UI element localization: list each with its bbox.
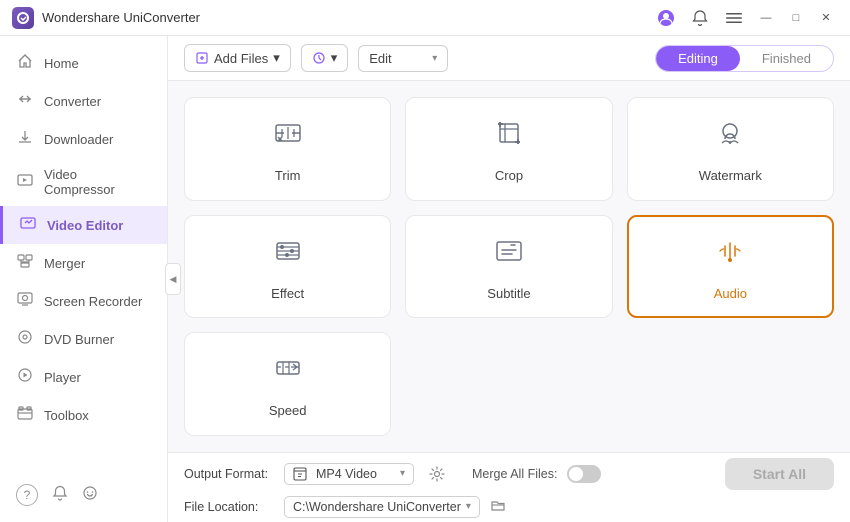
maximize-button[interactable]: □	[784, 6, 808, 30]
speed-icon	[270, 350, 306, 393]
titlebar: Wondershare UniConverter — □ ✕	[0, 0, 850, 36]
file-location-label: File Location:	[184, 500, 274, 514]
tool-crop[interactable]: Crop	[405, 97, 612, 201]
sidebar: Home Converter Downloader Video Compress…	[0, 36, 168, 522]
main-layout: Home Converter Downloader Video Compress…	[0, 36, 850, 522]
subtitle-icon	[491, 233, 527, 276]
sidebar-item-converter[interactable]: Converter	[0, 82, 167, 120]
bottom-bar: Output Format: MP4 Video ▾ Merge All Fil…	[168, 452, 850, 522]
merge-all-label: Merge All Files:	[472, 467, 557, 481]
tool-speed[interactable]: Speed	[184, 332, 391, 436]
start-all-button[interactable]: Start All	[725, 458, 834, 490]
sidebar-label-home: Home	[44, 56, 79, 71]
sidebar-item-screen-recorder[interactable]: Screen Recorder	[0, 282, 167, 320]
sidebar-item-dvd-burner[interactable]: DVD Burner	[0, 320, 167, 358]
edit-dropdown[interactable]: Edit ▾	[358, 45, 448, 72]
toolbar: Add Files ▾ ▾ Edit ▾ Editing Finished	[168, 36, 850, 81]
footer-feedback-icon[interactable]	[82, 485, 98, 506]
notification-icon[interactable]	[686, 4, 714, 32]
sidebar-item-toolbox[interactable]: Toolbox	[0, 396, 167, 434]
add-files-caret: ▾	[273, 50, 280, 66]
sidebar-label-dvd-burner: DVD Burner	[44, 332, 114, 347]
editing-tabs: Editing Finished	[655, 45, 834, 72]
sidebar-label-video-editor: Video Editor	[47, 218, 123, 233]
tab-editing[interactable]: Editing	[656, 46, 740, 71]
home-icon	[16, 53, 34, 73]
sidebar-label-toolbox: Toolbox	[44, 408, 89, 423]
tools-grid: Trim Crop	[168, 81, 850, 452]
output-format-caret: ▾	[400, 468, 405, 479]
crop-label: Crop	[495, 168, 523, 183]
minimize-button[interactable]: —	[754, 6, 778, 30]
trim-icon	[270, 115, 306, 158]
file-location-value: C:\Wondershare UniConverter	[293, 500, 461, 514]
file-location-select[interactable]: C:\Wondershare UniConverter ▾	[284, 496, 480, 518]
format-settings-icon[interactable]	[424, 461, 450, 487]
file-location-row: File Location: C:\Wondershare UniConvert…	[184, 496, 834, 518]
trim-label: Trim	[275, 168, 301, 183]
audio-label: Audio	[714, 286, 747, 301]
add-files-label: Add Files	[214, 51, 268, 66]
sidebar-label-screen-recorder: Screen Recorder	[44, 294, 142, 309]
edit-caret: ▾	[432, 53, 437, 64]
help-icon[interactable]: ?	[16, 484, 38, 506]
sidebar-label-merger: Merger	[44, 256, 85, 271]
video-editor-icon	[19, 215, 37, 235]
menu-icon[interactable]	[720, 4, 748, 32]
tool-watermark[interactable]: Watermark	[627, 97, 834, 201]
sidebar-label-converter: Converter	[44, 94, 101, 109]
watermark-label: Watermark	[699, 168, 762, 183]
app-title: Wondershare UniConverter	[42, 10, 200, 25]
output-format-label: Output Format:	[184, 467, 274, 481]
video-compressor-icon	[16, 172, 34, 192]
sidebar-item-video-editor[interactable]: Video Editor	[0, 206, 167, 244]
player-icon	[16, 367, 34, 387]
downloader-icon	[16, 129, 34, 149]
watermark-icon	[712, 115, 748, 158]
merger-icon	[16, 253, 34, 273]
subtitle-label: Subtitle	[487, 286, 530, 301]
sidebar-item-home[interactable]: Home	[0, 44, 167, 82]
footer-bell-icon[interactable]	[52, 485, 68, 506]
speed-label: Speed	[269, 403, 307, 418]
output-format-select[interactable]: MP4 Video ▾	[284, 463, 414, 485]
add-from-caret: ▾	[331, 50, 338, 66]
merge-all-toggle[interactable]	[567, 465, 601, 483]
titlebar-left: Wondershare UniConverter	[12, 7, 200, 29]
sidebar-item-downloader[interactable]: Downloader	[0, 120, 167, 158]
screen-recorder-icon	[16, 291, 34, 311]
tab-finished[interactable]: Finished	[740, 46, 833, 71]
edit-label: Edit	[369, 51, 391, 66]
tool-subtitle[interactable]: Subtitle	[405, 215, 612, 319]
audio-icon	[712, 233, 748, 276]
effect-icon	[270, 233, 306, 276]
sidebar-item-video-compressor[interactable]: Video Compressor	[0, 158, 167, 206]
sidebar-label-video-compressor: Video Compressor	[44, 167, 151, 197]
effect-label: Effect	[271, 286, 304, 301]
toolbox-icon	[16, 405, 34, 425]
file-location-caret: ▾	[466, 501, 471, 512]
dvd-burner-icon	[16, 329, 34, 349]
user-avatar-icon[interactable]	[652, 4, 680, 32]
output-format-value: MP4 Video	[316, 467, 377, 481]
converter-icon	[16, 91, 34, 111]
tool-effect[interactable]: Effect	[184, 215, 391, 319]
close-button[interactable]: ✕	[814, 6, 838, 30]
add-files-button[interactable]: Add Files ▾	[184, 44, 291, 72]
sidebar-item-merger[interactable]: Merger	[0, 244, 167, 282]
content-area: Add Files ▾ ▾ Edit ▾ Editing Finished	[168, 36, 850, 522]
add-from-button[interactable]: ▾	[301, 44, 349, 72]
tool-audio[interactable]: Audio	[627, 215, 834, 319]
output-format-row: Output Format: MP4 Video ▾ Merge All Fil…	[184, 458, 834, 490]
tool-trim[interactable]: Trim	[184, 97, 391, 201]
file-location-browse-icon[interactable]	[490, 497, 506, 517]
sidebar-label-player: Player	[44, 370, 81, 385]
app-logo	[12, 7, 34, 29]
titlebar-controls: — □ ✕	[652, 4, 838, 32]
crop-icon	[491, 115, 527, 158]
sidebar-item-player[interactable]: Player	[0, 358, 167, 396]
sidebar-label-downloader: Downloader	[44, 132, 113, 147]
sidebar-collapse-button[interactable]: ◀	[165, 263, 181, 295]
